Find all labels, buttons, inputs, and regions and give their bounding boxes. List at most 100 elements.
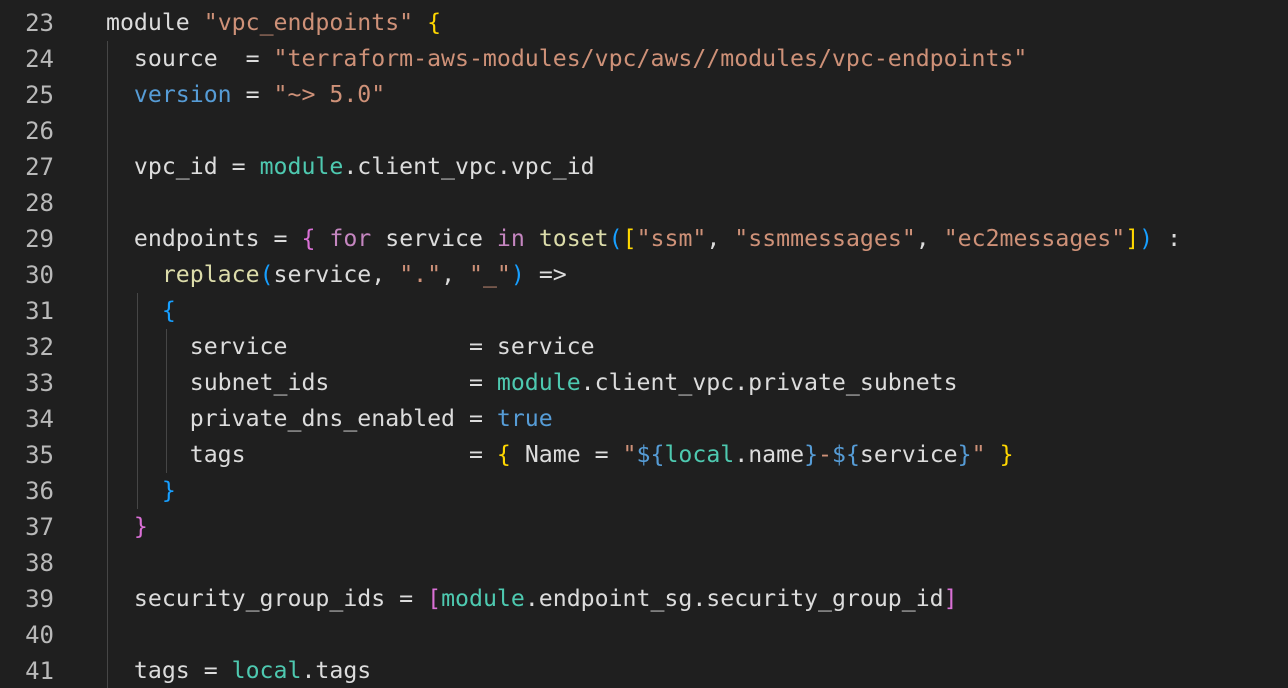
line-number: 29 — [25, 225, 54, 253]
code-token: "." — [399, 261, 442, 288]
code-line[interactable]: 35 tags = { Name = "${local.name}-${serv… — [0, 437, 1288, 473]
code-token: ${ — [832, 441, 860, 468]
code-line[interactable]: 38 — [0, 545, 1288, 581]
code-token: , — [441, 261, 469, 288]
code-token: .endpoint_sg.security_group_id — [524, 585, 944, 612]
line-code: tags = { Name = "${local.name}-${service… — [106, 437, 1014, 473]
code-token: , — [915, 225, 944, 252]
line-number: 30 — [25, 261, 54, 289]
code-token: - — [818, 441, 832, 468]
code-token: module — [259, 153, 344, 180]
code-token: module — [441, 585, 525, 612]
line-code: subnet_ids = module.client_vpc.private_s… — [106, 365, 958, 401]
code-token: version — [133, 81, 232, 108]
code-line[interactable]: 28 — [0, 185, 1288, 221]
code-token: = — [231, 81, 274, 108]
code-token: { — [427, 9, 442, 36]
code-token: : — [1153, 225, 1182, 252]
code-token: [ — [622, 225, 637, 252]
code-line[interactable]: 29 endpoints = { for service in toset(["… — [0, 221, 1288, 257]
line-code: } — [106, 509, 148, 545]
code-token: [ — [427, 585, 442, 612]
code-token: vpc_id = — [106, 153, 260, 180]
line-number: 33 — [25, 369, 54, 397]
code-token: } — [957, 441, 972, 468]
code-line[interactable]: 39 security_group_ids = [module.endpoint… — [0, 581, 1288, 617]
code-token: " — [622, 441, 637, 468]
code-token: => — [524, 261, 567, 288]
line-number: 28 — [25, 189, 54, 217]
line-number: 31 — [25, 297, 54, 325]
code-line[interactable]: 30 replace(service, ".", "_") => — [0, 257, 1288, 293]
code-line[interactable]: 37 } — [0, 509, 1288, 545]
code-token: subnet_ids = — [106, 369, 497, 396]
code-token: ] — [1125, 225, 1140, 252]
code-line[interactable]: 36 } — [0, 473, 1288, 509]
code-token: "ec2messages" — [943, 225, 1126, 252]
code-line[interactable]: 26 — [0, 113, 1288, 149]
line-number: 23 — [25, 9, 54, 37]
line-code: } — [106, 473, 176, 509]
code-line[interactable]: 32 service = service — [0, 329, 1288, 365]
code-token: tags = — [106, 441, 497, 468]
line-number: 36 — [25, 477, 54, 505]
code-token: ] — [943, 585, 958, 612]
code-token: Name = — [510, 441, 623, 468]
line-code: replace(service, ".", "_") => — [106, 257, 567, 293]
line-number: 41 — [25, 657, 54, 685]
code-token: module — [106, 9, 190, 36]
code-token: service = service — [106, 333, 595, 360]
line-code: private_dns_enabled = true — [106, 401, 553, 437]
code-line[interactable]: 41 tags = local.tags — [0, 653, 1288, 688]
code-token: local — [231, 657, 302, 684]
code-token: .client_vpc.vpc_id — [343, 153, 595, 180]
code-token: in — [496, 225, 525, 252]
code-line[interactable]: 23 module "vpc_endpoints" { — [0, 5, 1288, 41]
line-code: source = "terraform-aws-modules/vpc/aws/… — [106, 41, 1027, 77]
code-line[interactable]: 24 source = "terraform-aws-modules/vpc/a… — [0, 41, 1288, 77]
code-token: } — [161, 477, 176, 504]
line-number: 26 — [25, 117, 54, 145]
code-token: " — [971, 441, 986, 468]
code-token: ( — [608, 225, 623, 252]
line-number: 35 — [25, 441, 54, 469]
code-line[interactable]: 34 private_dns_enabled = true — [0, 401, 1288, 437]
code-token: replace — [161, 261, 260, 288]
code-token: ${ — [636, 441, 665, 468]
line-number: 25 — [25, 81, 54, 109]
code-token: } — [999, 441, 1014, 468]
code-token: "ssmmessages" — [734, 225, 916, 252]
code-line[interactable]: 31 { — [0, 293, 1288, 329]
line-code: security_group_ids = [module.endpoint_sg… — [106, 581, 958, 617]
line-number: 24 — [25, 45, 54, 73]
code-token: module — [496, 369, 581, 396]
code-token: service, — [273, 261, 400, 288]
code-token: source = — [106, 45, 274, 72]
line-code: vpc_id = module.client_vpc.vpc_id — [106, 149, 595, 185]
line-code: module "vpc_endpoints" { — [106, 5, 441, 41]
line-number: 38 — [25, 549, 54, 577]
code-token: endpoints = — [106, 225, 302, 252]
code-line[interactable]: 33 subnet_ids = module.client_vpc.privat… — [0, 365, 1288, 401]
code-token: "vpc_endpoints" — [203, 9, 414, 36]
code-token: "~> 5.0" — [273, 81, 386, 108]
code-line[interactable]: 27 vpc_id = module.client_vpc.vpc_id — [0, 149, 1288, 185]
line-code: endpoints = { for service in toset(["ssm… — [106, 221, 1181, 257]
code-token: "ssm" — [636, 225, 707, 252]
code-token: true — [496, 405, 553, 432]
code-line[interactable]: 40 — [0, 617, 1288, 653]
code-token: "_" — [469, 261, 511, 288]
code-line[interactable]: 25 version = "~> 5.0" — [0, 77, 1288, 113]
code-token: "terraform-aws-modules/vpc/aws//modules/… — [273, 45, 1028, 72]
code-token: { — [496, 441, 511, 468]
line-number: 27 — [25, 153, 54, 181]
code-token: security_group_ids = — [106, 585, 428, 612]
code-editor[interactable]: 23 module "vpc_endpoints" {24 source = "t… — [0, 0, 1288, 688]
